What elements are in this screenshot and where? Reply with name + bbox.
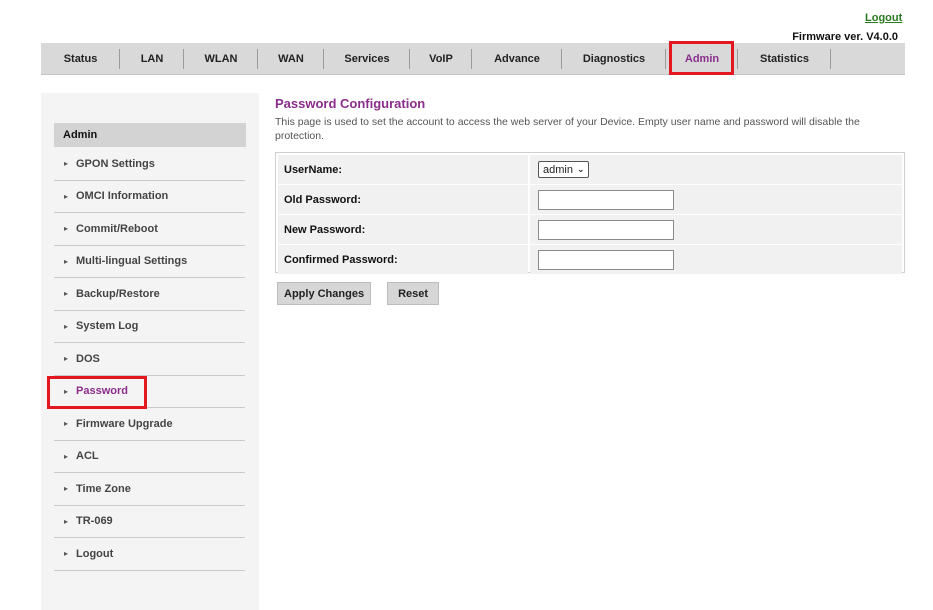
username-select-value: admin xyxy=(543,163,573,176)
old-password-field[interactable] xyxy=(538,189,674,210)
sidebar-item-label: OMCI Information xyxy=(76,190,169,203)
page-title: Password Configuration xyxy=(275,96,426,111)
old-password-cell xyxy=(530,185,902,214)
bullet-icon: ▸ xyxy=(64,516,69,526)
page-description: This page is used to set the account to … xyxy=(275,116,860,142)
tab-admin[interactable]: Admin xyxy=(666,41,738,75)
tab-status[interactable]: Status xyxy=(41,43,120,74)
sidebar-item-label: Multi-lingual Settings xyxy=(76,255,188,268)
sidebar-item-tr-069[interactable]: ▸ TR-069 xyxy=(54,506,245,538)
sidebar-item-label: DOS xyxy=(76,352,100,365)
sidebar-item-label: Logout xyxy=(76,547,114,560)
sidebar-item-commit-reboot[interactable]: ▸ Commit/Reboot xyxy=(54,213,245,246)
form-row-confirm-password: Confirmed Password: xyxy=(278,245,902,274)
highlight-box xyxy=(47,375,147,409)
sidebar-item-password[interactable]: ▸ Password xyxy=(47,375,245,409)
sidebar-item-acl[interactable]: ▸ ACL xyxy=(54,441,245,473)
sidebar-item-label: ACL xyxy=(76,450,99,463)
highlight-box xyxy=(669,41,734,75)
sidebar-item-time-zone[interactable]: ▸ Time Zone xyxy=(54,473,245,506)
bullet-icon: ▸ xyxy=(64,549,69,559)
main-content: Password Configuration This page is used… xyxy=(275,96,905,305)
sidebar: Admin ▸ GPON Settings ▸ OMCI Information ▸… xyxy=(41,93,259,610)
sidebar-item-label: Firmware Upgrade xyxy=(76,417,173,430)
sidebar-item-logout[interactable]: ▸ Logout xyxy=(54,538,245,571)
bullet-icon: ▸ xyxy=(64,419,69,429)
old-password-label: Old Password: xyxy=(278,185,528,214)
sidebar-item-label: Backup/Restore xyxy=(76,287,160,300)
tab-advance[interactable]: Advance xyxy=(472,43,562,74)
sidebar-item-label: System Log xyxy=(76,320,139,333)
tab-statistics[interactable]: Statistics xyxy=(738,43,831,74)
confirm-password-field[interactable] xyxy=(538,249,674,270)
username-select[interactable]: admin ⌄ xyxy=(538,161,589,178)
sidebar-item-backup-restore[interactable]: ▸ Backup/Restore xyxy=(54,278,245,311)
tab-services[interactable]: Services xyxy=(324,43,410,74)
username-label: UserName: xyxy=(278,155,528,184)
bullet-icon: ▸ xyxy=(64,256,69,266)
password-form: UserName: admin ⌄ Old Password: New Pass… xyxy=(275,152,905,274)
sidebar-item-label: Commit/Reboot xyxy=(76,222,158,235)
sidebar-item-label: Time Zone xyxy=(76,482,131,495)
new-password-field[interactable] xyxy=(538,219,674,240)
bullet-icon: ▸ xyxy=(64,191,69,201)
sidebar-item-gpon-settings[interactable]: ▸ GPON Settings xyxy=(54,148,245,181)
sidebar-item-system-log[interactable]: ▸ System Log xyxy=(54,311,245,343)
bullet-icon: ▸ xyxy=(64,224,69,234)
firmware-version: Firmware ver. V4.0.0 xyxy=(792,31,898,43)
bullet-icon: ▸ xyxy=(64,354,69,364)
tab-wlan[interactable]: WLAN xyxy=(184,43,258,74)
reset-button[interactable]: Reset xyxy=(387,282,440,305)
confirm-password-cell xyxy=(530,245,902,274)
sidebar-item-label: GPON Settings xyxy=(76,157,155,170)
chevron-down-icon: ⌄ xyxy=(576,164,585,174)
bullet-icon: ▸ xyxy=(64,289,69,299)
new-password-label: New Password: xyxy=(278,215,528,244)
tab-lan[interactable]: LAN xyxy=(120,43,184,74)
tab-diagnostics[interactable]: Diagnostics xyxy=(562,43,666,74)
bullet-icon: ▸ xyxy=(64,484,69,494)
logout-link[interactable]: Logout xyxy=(865,12,902,24)
bullet-icon: ▸ xyxy=(64,159,69,169)
apply-changes-button[interactable]: Apply Changes xyxy=(277,282,372,305)
tab-voip[interactable]: VoIP xyxy=(410,43,472,74)
sidebar-item-dos[interactable]: ▸ DOS xyxy=(54,343,245,376)
username-cell: admin ⌄ xyxy=(530,155,902,184)
form-row-username: UserName: admin ⌄ xyxy=(278,155,902,184)
bullet-icon: ▸ xyxy=(64,451,69,461)
new-password-cell xyxy=(530,215,902,244)
form-row-old-password: Old Password: xyxy=(278,185,902,214)
sidebar-menu: ▸ GPON Settings ▸ OMCI Information ▸ Commit… xyxy=(47,148,245,571)
sidebar-header: Admin xyxy=(54,123,246,147)
confirm-password-label: Confirmed Password: xyxy=(278,245,528,274)
sidebar-item-label: TR-069 xyxy=(76,515,113,528)
bullet-icon: ▸ xyxy=(64,321,69,331)
form-buttons: Apply Changes Reset xyxy=(277,282,440,305)
tab-wan[interactable]: WAN xyxy=(258,43,324,74)
sidebar-item-omci-information[interactable]: ▸ OMCI Information xyxy=(54,181,245,213)
top-navigation: Status LAN WLAN WAN Services VoIP Advanc… xyxy=(41,41,905,75)
sidebar-item-multi-lingual-settings[interactable]: ▸ Multi-lingual Settings xyxy=(54,246,245,278)
form-row-new-password: New Password: xyxy=(278,215,902,244)
sidebar-item-firmware-upgrade[interactable]: ▸ Firmware Upgrade xyxy=(54,408,245,441)
